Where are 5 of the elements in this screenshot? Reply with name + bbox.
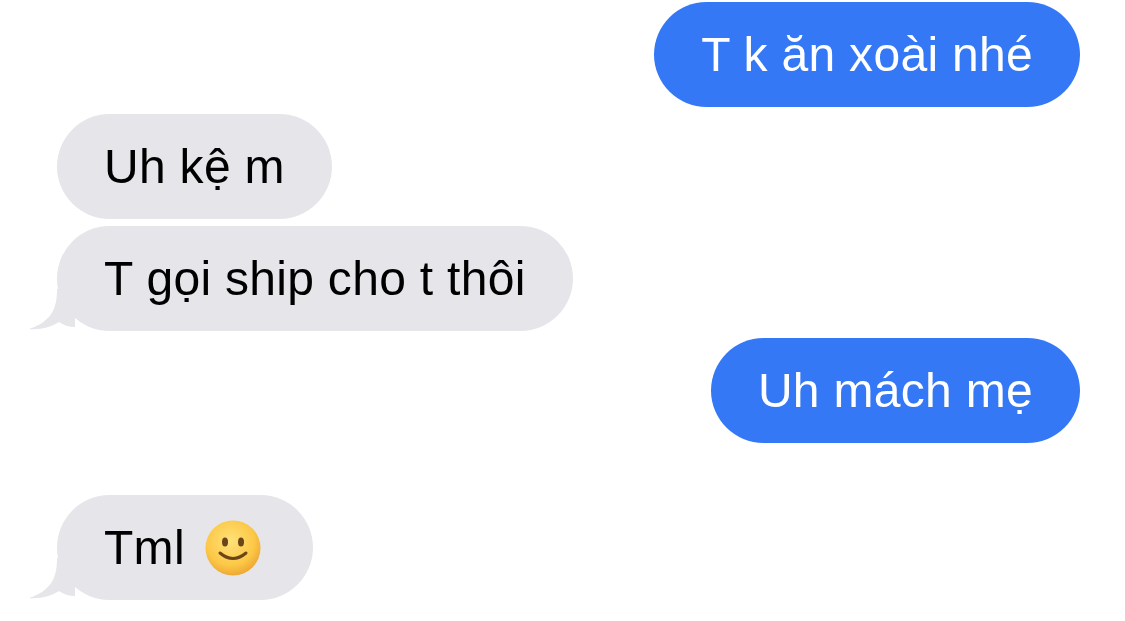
message-text: Uh kệ m	[104, 139, 285, 194]
message-text: T gọi ship cho t thôi	[104, 251, 526, 306]
message-text: T k ăn xoài nhé	[701, 27, 1033, 82]
message-text: Uh mách mẹ	[757, 363, 1033, 418]
message-text: Tml	[104, 520, 185, 575]
